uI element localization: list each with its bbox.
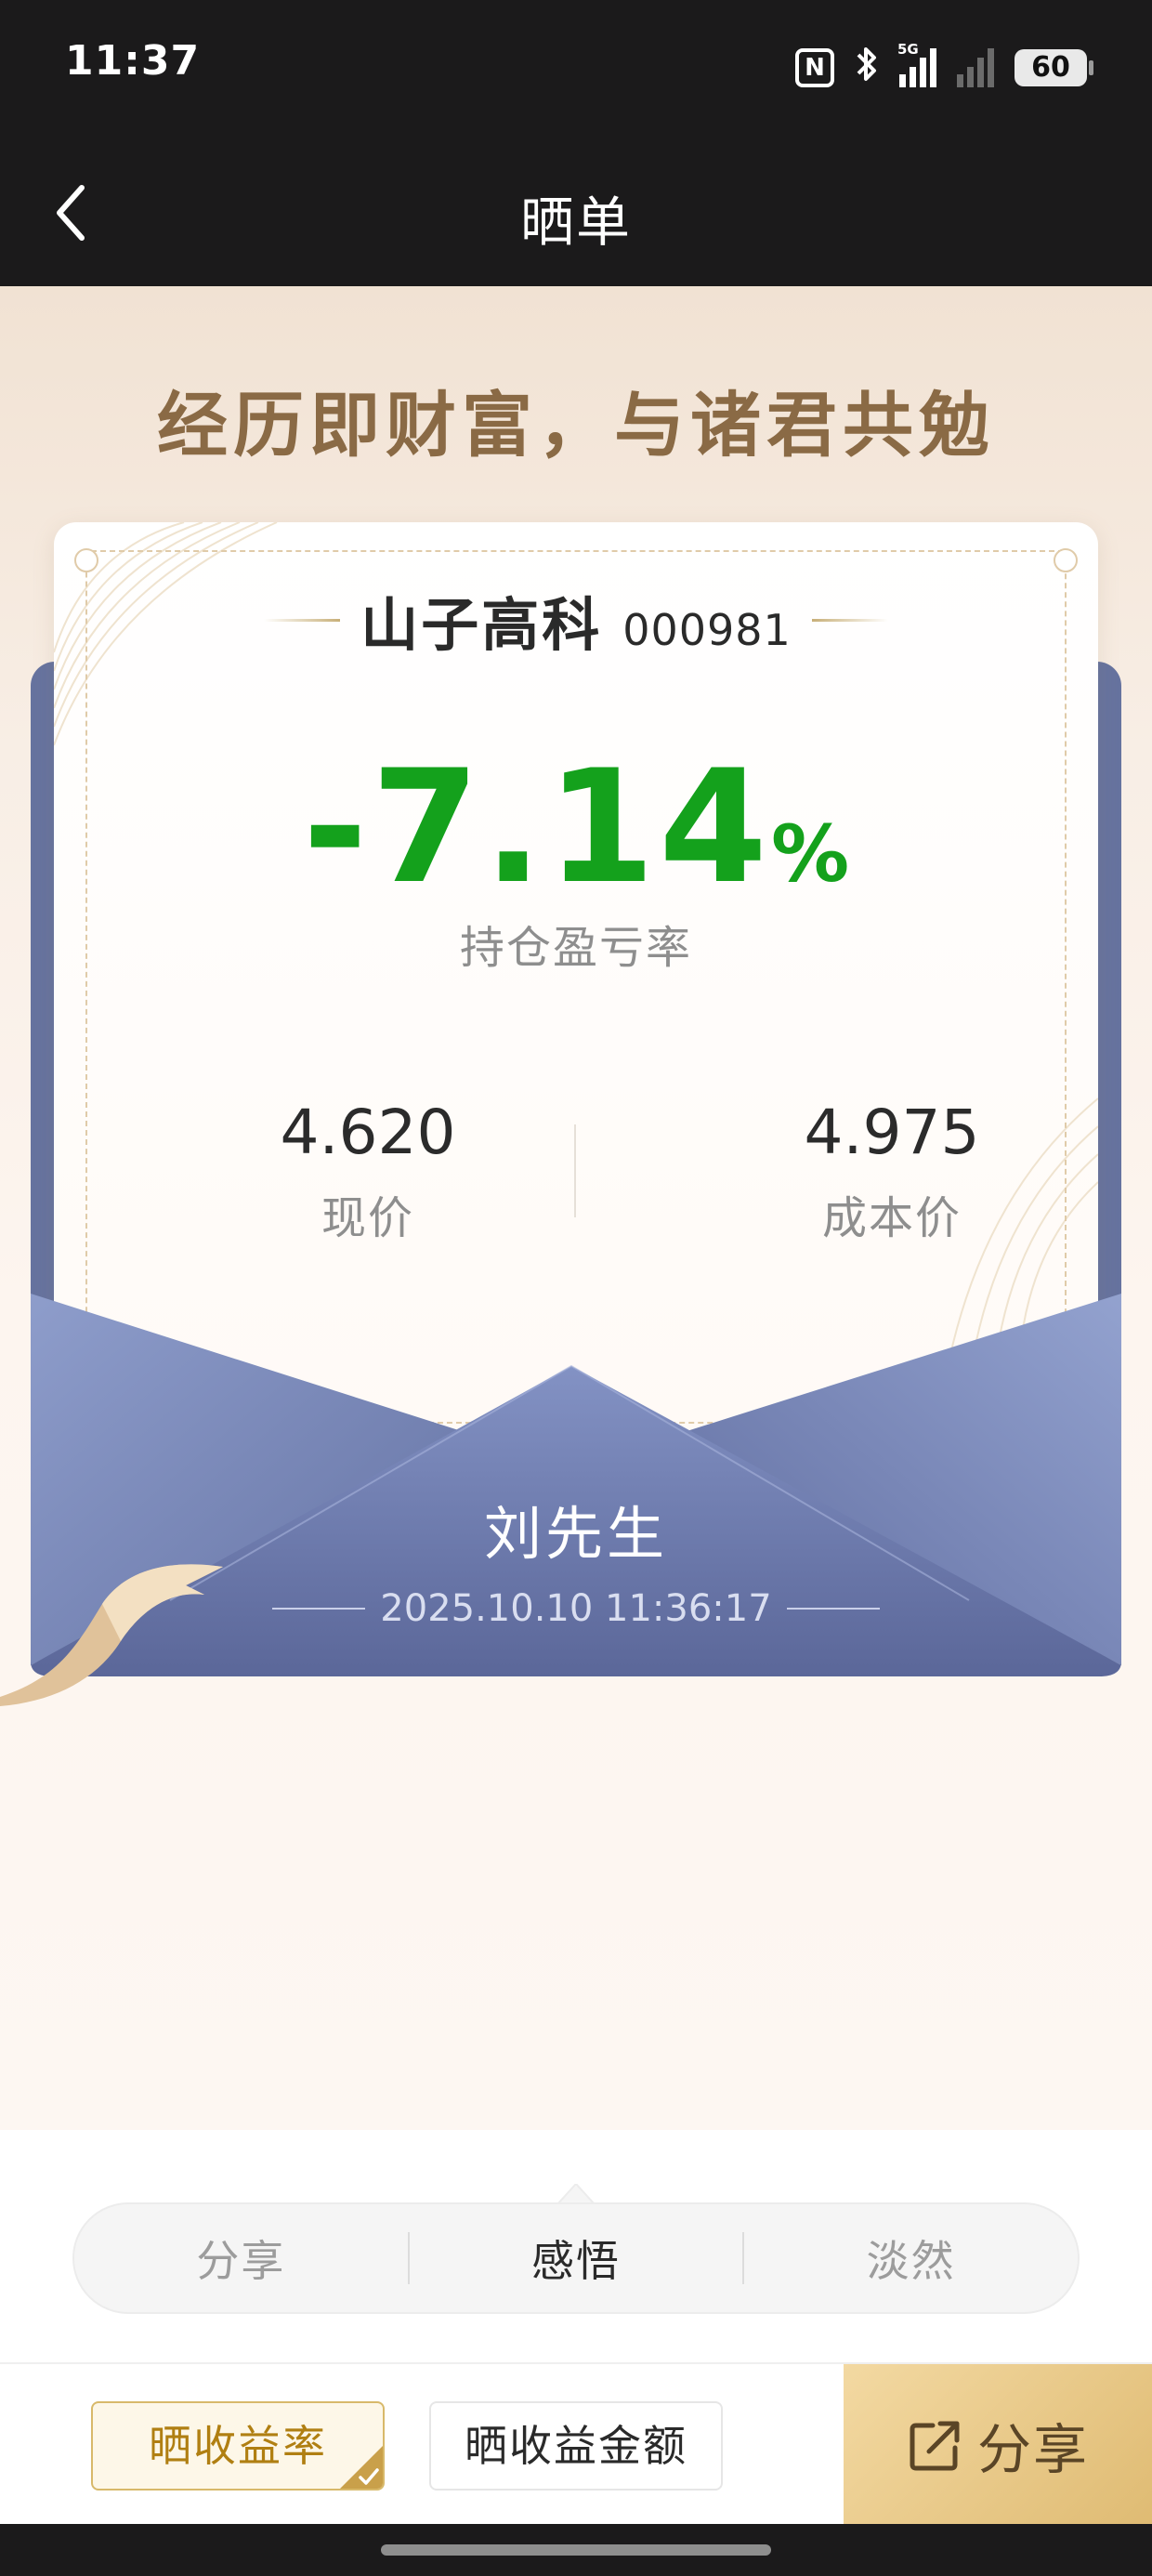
stock-title: 山子高科 000981	[54, 578, 1098, 662]
signal-icon: 5G	[897, 41, 936, 87]
check-icon	[340, 2446, 383, 2489]
date-line-left	[272, 1608, 366, 1610]
cost-price-value: 4.975	[804, 1097, 980, 1168]
title-line-right	[811, 618, 888, 622]
option-calm[interactable]: 淡然	[744, 2228, 1078, 2289]
user-name: 刘先生	[483, 1500, 668, 1568]
slogan: 经历即财富，与诸君共勉	[157, 384, 995, 467]
signal-2-icon	[957, 48, 994, 87]
message-options: 分享 感悟 淡然	[0, 2130, 1152, 2362]
show-return-rate-label: 晒收益率	[149, 2421, 327, 2471]
share-button[interactable]: 分享	[844, 2364, 1152, 2526]
status-time: 11:37	[65, 37, 201, 85]
cost-price: 4.975 成本价	[706, 1097, 1078, 1246]
bottom-action-bar: 晒收益率 晒收益金额 分享	[0, 2362, 1152, 2526]
profit-ratio-label: 持仓盈亏率	[459, 922, 692, 974]
share-button-label: 分享	[976, 2418, 1089, 2481]
segment-pointer	[557, 2184, 595, 2204]
cost-price-label: 成本价	[821, 1192, 962, 1244]
stock-name: 山子高科	[360, 591, 603, 659]
status-bar: 11:37 N 5G 60	[0, 0, 1152, 139]
share-icon	[910, 2421, 960, 2471]
show-return-amount-button[interactable]: 晒收益金额	[429, 2401, 723, 2491]
corner-dot	[74, 548, 98, 572]
status-icons: N 5G 60	[795, 41, 1093, 91]
battery-icon: 60	[1015, 49, 1093, 86]
share-datetime-row: 2025.10.10 11:36:17	[0, 1587, 1152, 1630]
option-insight[interactable]: 感悟	[410, 2228, 743, 2289]
page-title: 晒单	[519, 191, 632, 254]
system-nav-area	[0, 2524, 1152, 2576]
corner-dot	[1054, 548, 1078, 572]
current-price: 4.620 现价	[182, 1097, 554, 1246]
current-price-value: 4.620	[280, 1097, 456, 1168]
bluetooth-icon	[855, 45, 879, 91]
title-line-left	[264, 618, 341, 622]
date-line-right	[786, 1608, 880, 1610]
option-share[interactable]: 分享	[74, 2228, 408, 2289]
profit-ratio-value: -7.14	[302, 736, 772, 918]
home-indicator[interactable]	[381, 2544, 771, 2556]
profit-ratio: -7.14%	[54, 736, 1098, 918]
nfc-icon: N	[795, 48, 834, 87]
price-divider	[574, 1124, 576, 1217]
share-datetime: 2025.10.10 11:36:17	[380, 1587, 772, 1630]
show-return-rate-button[interactable]: 晒收益率	[91, 2401, 385, 2491]
profit-ratio-unit: %	[771, 808, 850, 900]
nav-bar: 晒单	[0, 139, 1152, 286]
current-price-label: 现价	[321, 1192, 414, 1244]
message-segmented-control: 分享 感悟 淡然	[72, 2202, 1080, 2314]
card-frame	[85, 550, 1067, 1424]
signal-5g-label: 5G	[897, 41, 919, 58]
stock-code: 000981	[622, 605, 792, 655]
